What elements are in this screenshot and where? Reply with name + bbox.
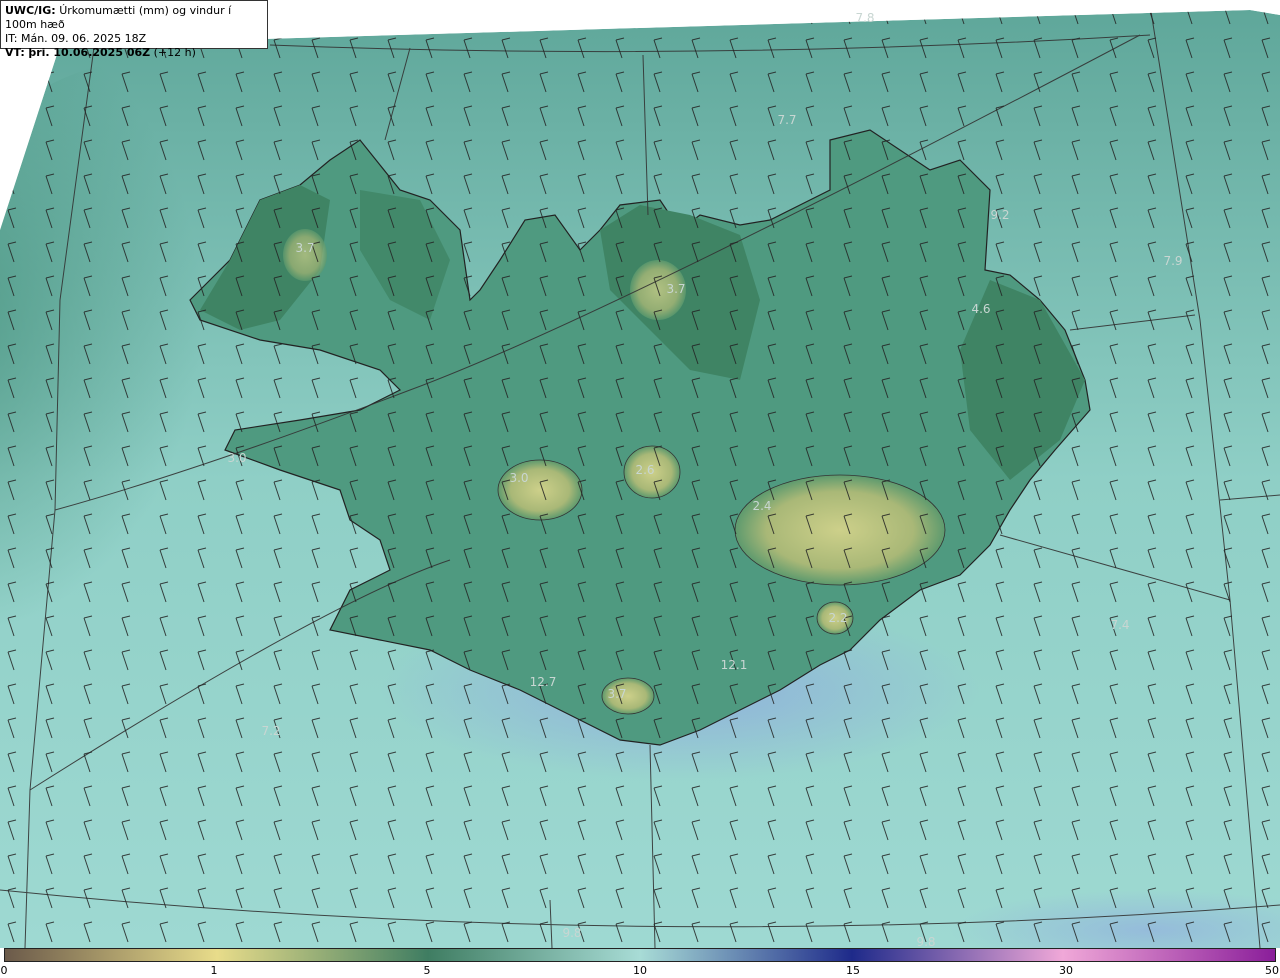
map-value-label: 3.0 <box>509 471 528 485</box>
map-value-label: 7.2 <box>261 724 280 738</box>
legend-tick-5: 5 <box>423 964 431 977</box>
legend-tick-50: 50 <box>1265 964 1279 977</box>
map-value-label: 7.7 <box>777 113 796 127</box>
map-value-label: 3.7 <box>295 241 314 255</box>
product-code: UWC/IG: <box>5 4 56 17</box>
legend-tick-30: 30 <box>1059 964 1073 977</box>
map-value-label: 3.0 <box>227 451 246 465</box>
issue-time: IT: Mán. 09. 06. 2025 18Z <box>5 32 147 45</box>
map-value-label: 7.9 <box>1163 254 1182 268</box>
color-legend: 0 1 5 10 15 30 50 <box>0 948 1280 978</box>
map-value-label: 9.8 <box>916 935 935 948</box>
legend-tick-0: 0 <box>0 964 8 977</box>
map-value-label: 2.2 <box>828 611 847 625</box>
map-value-label: 7.8 <box>855 11 874 25</box>
map-value-label: 2.4 <box>752 499 771 513</box>
map-value-label: 12.7 <box>530 675 557 689</box>
map-value-label: 7.4 <box>1110 618 1129 632</box>
valid-time: þri. 10.06.2025 06Z <box>28 46 151 59</box>
map-value-label: 2.6 <box>635 463 654 477</box>
legend-tick-10: 10 <box>633 964 647 977</box>
map-header: UWC/IG: Úrkomumætti (mm) og vindur í 100… <box>0 0 268 59</box>
map-value-label: 3.7 <box>666 282 685 296</box>
legend-tick-15: 15 <box>846 964 860 977</box>
map-value-label: 12.1 <box>721 658 748 672</box>
valid-label: VT: <box>5 46 25 59</box>
forecast-map: 7.8 7.7 3.7 3.7 9.2 7.9 4.6 3.0 3.0 2.6 2.4 2.2 7.4 1… <box>0 0 1280 948</box>
map-value-label: 4.6 <box>971 302 990 316</box>
map-value-label: 9.8 <box>562 926 581 940</box>
legend-colorbar <box>4 948 1276 962</box>
map-value-label: 3.7 <box>607 687 626 701</box>
legend-tick-1: 1 <box>210 964 218 977</box>
lead-time: (+12 h) <box>153 46 196 59</box>
map-value-label: 9.2 <box>990 208 1009 222</box>
